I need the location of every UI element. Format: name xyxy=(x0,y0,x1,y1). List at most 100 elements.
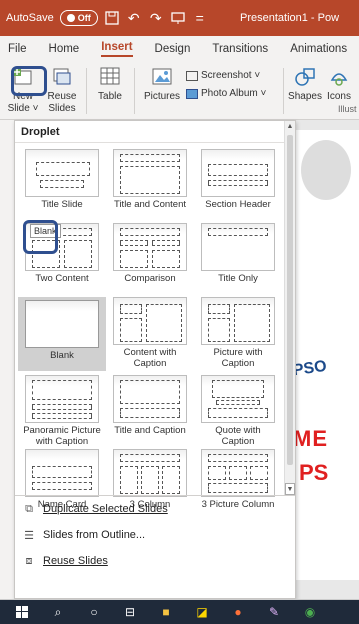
photo-album-label: Photo Album ˅ xyxy=(201,88,267,99)
pictures-icon xyxy=(152,68,172,85)
tab-insert[interactable]: Insert xyxy=(101,41,133,57)
layout-title-and-caption[interactable]: Title and Caption xyxy=(106,375,194,436)
slide-text-blue: PSO xyxy=(291,357,328,380)
screenshot-icon xyxy=(186,71,198,81)
scroll-down-icon[interactable]: ▼ xyxy=(285,483,295,495)
table-button[interactable]: Table xyxy=(92,66,128,103)
layout-label: Quote with Caption xyxy=(215,425,261,447)
illustrations-group-label: Illust xyxy=(338,104,357,114)
pictures-button[interactable]: Pictures xyxy=(142,66,182,103)
icons-button[interactable]: Icons xyxy=(324,66,354,103)
slide-text-red: ME xyxy=(293,426,328,451)
autosave-toggle[interactable]: Off xyxy=(59,10,98,26)
taskbar: ⌕ ○ ⊟ ■ ◪ ● ✎ ◉ xyxy=(0,600,359,624)
tab-home[interactable]: Home xyxy=(49,43,80,55)
layout-thumbnail xyxy=(201,297,275,345)
layout-label: Title Slide xyxy=(41,199,83,210)
duplicate-slides-icon: ⧉ xyxy=(25,502,33,515)
ribbon: New Slide ˅ Reuse Slides Table Pictures … xyxy=(0,62,359,120)
redo-icon[interactable]: ↷ xyxy=(148,10,164,26)
document-title: Presentation1 - Pow xyxy=(240,12,340,24)
firefox-icon[interactable]: ● xyxy=(230,604,246,620)
screenshot-button[interactable]: Screenshot ˅ xyxy=(186,70,260,82)
new-slide-dropdown: Droplet Title Slide Title and Content Se… xyxy=(14,120,296,599)
layout-thumbnail xyxy=(113,223,187,271)
undo-icon[interactable]: ↶ xyxy=(126,10,142,26)
ribbon-separator xyxy=(283,68,284,114)
reuse-slides-icon xyxy=(53,68,71,85)
cortana-icon[interactable]: ○ xyxy=(86,604,102,620)
layout-panoramic-picture-with-caption[interactable]: Panoramic Picture with Caption xyxy=(18,375,106,447)
slide-canvas[interactable]: PSO ME PS xyxy=(290,130,359,580)
layout-content-with-caption[interactable]: Content with Caption xyxy=(106,297,194,369)
reuse-slides-icon: ⧈ xyxy=(25,554,33,567)
new-slide-highlight xyxy=(11,66,47,96)
layout-label: Section Header xyxy=(205,199,271,210)
ribbon-separator xyxy=(86,68,87,114)
slide-text-red: PS xyxy=(299,460,329,485)
task-view-icon[interactable]: ⊟ xyxy=(122,604,138,620)
screenshot-label: Screenshot ˅ xyxy=(201,70,261,81)
toggle-knob xyxy=(66,14,75,22)
layout-quote-with-caption[interactable]: Quote with Caption xyxy=(194,375,282,447)
table-icon xyxy=(100,67,120,85)
windows-start-icon[interactable] xyxy=(14,604,30,620)
icons-label: Icons xyxy=(327,91,351,102)
reuse-slides-item[interactable]: ⧈ Reuse Slides xyxy=(15,548,295,574)
gallery-scrollbar[interactable]: ▲ ▼ xyxy=(284,121,295,495)
icons-icon xyxy=(330,73,348,86)
layout-thumbnail xyxy=(201,223,275,271)
layout-thumbnail xyxy=(201,149,275,197)
theme-name: Droplet xyxy=(15,121,295,143)
scrollbar-thumb[interactable] xyxy=(287,135,293,465)
dropdown-menu: ⧉ Duplicate Selected Slides ☰ Slides fro… xyxy=(15,495,295,574)
autosave-label: AutoSave xyxy=(6,12,54,24)
tab-file[interactable]: File xyxy=(8,43,27,55)
photo-album-icon xyxy=(186,89,198,99)
sticky-notes-icon[interactable]: ◪ xyxy=(194,604,210,620)
layout-picture-with-caption[interactable]: Picture with Caption xyxy=(194,297,282,369)
layout-title-only[interactable]: Title Only xyxy=(194,223,282,284)
layout-thumbnail xyxy=(113,375,187,423)
reuse-slides-button[interactable]: Reuse Slides xyxy=(44,66,80,115)
search-icon[interactable]: ⌕ xyxy=(50,604,66,620)
tab-design[interactable]: Design xyxy=(155,43,191,55)
layout-comparison[interactable]: Comparison xyxy=(106,223,194,284)
save-icon[interactable] xyxy=(104,10,120,26)
customize-qat-icon[interactable]: = xyxy=(192,10,208,26)
slides-from-outline-item[interactable]: ☰ Slides from Outline... xyxy=(15,522,295,548)
outline-icon: ☰ xyxy=(24,529,34,542)
file-explorer-icon[interactable]: ■ xyxy=(158,604,174,620)
layout-label: Content with Caption xyxy=(123,347,177,369)
layout-label: Blank xyxy=(50,350,74,361)
blank-layout-highlight xyxy=(23,220,58,254)
tab-transitions[interactable]: Transitions xyxy=(212,43,268,55)
layout-title-slide[interactable]: Title Slide xyxy=(18,149,106,210)
layout-thumbnail xyxy=(113,149,187,197)
layout-label: Comparison xyxy=(124,273,176,284)
layout-thumbnail xyxy=(201,449,275,497)
menu-item-label: Slides from Outline... xyxy=(43,529,146,541)
layout-title-and-content[interactable]: Title and Content xyxy=(106,149,194,210)
ribbon-separator xyxy=(134,68,135,114)
layout-blank[interactable]: Blank xyxy=(18,297,106,371)
layout-thumbnail xyxy=(25,300,99,348)
photo-album-button[interactable]: Photo Album ˅ xyxy=(186,88,266,100)
layout-label: Picture with Caption xyxy=(213,347,263,369)
tab-animations[interactable]: Animations xyxy=(290,43,347,55)
table-label: Table xyxy=(98,91,122,102)
ribbon-tabs: File Home Insert Design Transitions Anim… xyxy=(0,36,359,62)
shapes-label: Shapes xyxy=(288,91,322,102)
slideshow-icon[interactable] xyxy=(170,10,186,26)
reuse-slides-label: Reuse Slides xyxy=(47,91,77,114)
layout-thumbnail xyxy=(25,449,99,497)
paint-icon[interactable]: ✎ xyxy=(266,604,282,620)
layout-label: Two Content xyxy=(35,273,89,284)
chrome-icon[interactable]: ◉ xyxy=(302,604,318,620)
shapes-button[interactable]: Shapes xyxy=(288,66,322,103)
title-bar: AutoSave Off ↶ ↷ = Presentation1 - Pow xyxy=(0,0,359,36)
shapes-icon xyxy=(295,68,315,86)
duplicate-selected-slides-item[interactable]: ⧉ Duplicate Selected Slides xyxy=(15,496,295,522)
layout-section-header[interactable]: Section Header xyxy=(194,149,282,210)
scroll-up-icon[interactable]: ▲ xyxy=(285,121,295,133)
